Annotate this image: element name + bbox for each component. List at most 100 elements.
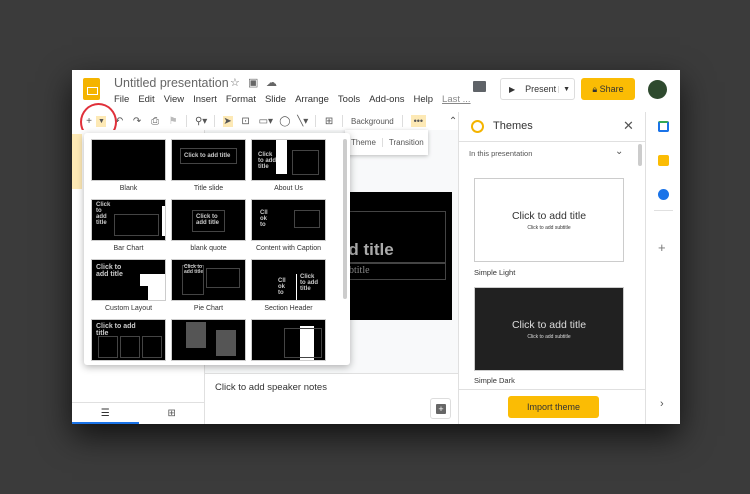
divider [401,115,403,127]
thumbnail-element [114,214,159,236]
explore-button[interactable]: + [430,398,451,419]
layout-option[interactable]: Click to add title blank quote [171,199,246,259]
layout-option[interactable]: Cll ok to Click to add title Section Heade… [251,259,326,319]
layout-label: Blank [119,185,138,192]
layout-option[interactable]: Cll ok to Content with Caption [251,199,326,259]
thumbnail-element [206,268,240,288]
theme-section-dropdown[interactable]: In this presentation [469,149,532,158]
layout-option[interactable]: Click to add title Title slide [171,139,246,199]
layout-label: blank quote [190,245,227,252]
star-icon[interactable]: ☆ [230,76,240,89]
present-button[interactable]: ▶ Present ▼ [500,78,575,100]
slides-logo-icon[interactable] [83,78,100,100]
slide-canvas[interactable]: dd title ubtitle [340,192,452,320]
theme-card-simple-light[interactable]: Click to add title Click to add subtitle [474,178,624,262]
layout-thumbnail[interactable]: Cll ok to [251,199,326,241]
menu-file[interactable]: File [114,94,129,105]
thumbnail-element [98,336,118,358]
speaker-notes[interactable]: Click to add speaker notes + [205,373,458,424]
menu-edit[interactable]: Edit [138,94,154,105]
layout-thumbnail[interactable]: Click to add title [91,199,166,241]
theme-card-subtitle: Click to add subtitle [527,225,571,231]
share-label: Share [599,84,624,94]
thumbnail-element [140,274,165,286]
scrollbar[interactable] [343,139,347,299]
menu-addons[interactable]: Add-ons [369,94,404,105]
theme-card-title: Click to add title [511,319,587,331]
menu-insert[interactable]: Insert [193,94,217,105]
comment-icon[interactable] [473,81,486,92]
calendar-icon[interactable] [658,121,669,132]
close-icon[interactable]: ✕ [623,118,634,134]
grid-view-icon[interactable]: ⊞ [139,403,206,424]
menu-arrange[interactable]: Arrange [295,94,329,105]
menu-tools[interactable]: Tools [338,94,360,105]
tasks-icon[interactable] [658,189,669,200]
slide-actions: Theme Transition [345,130,428,155]
keep-icon[interactable] [658,155,669,166]
layout-option[interactable]: Click to add title Custom Layout [91,259,166,319]
shape-icon[interactable]: ◯ [279,116,290,127]
background-button[interactable]: Background [351,117,394,126]
avatar[interactable] [648,80,667,99]
menu-format[interactable]: Format [226,94,256,105]
thumbnail-element: Click to add title [96,323,136,337]
last-edit-link[interactable]: Last ... [442,94,471,105]
paint-format-icon[interactable]: ⚑ [168,116,178,127]
layout-thumbnail[interactable]: Click to add title [91,319,166,361]
layout-thumbnail[interactable] [251,319,326,361]
thumbnail-element [148,286,165,300]
layout-option[interactable] [171,319,246,365]
thumbnail-element [296,274,297,300]
scrollbar[interactable] [638,144,642,166]
zoom-icon[interactable]: ⚲▾ [195,116,207,127]
collapse-toolbar-icon[interactable]: ⌃ [448,116,458,127]
add-addon-icon[interactable]: + [658,240,666,255]
layout-option[interactable]: Click to add title About Us [251,139,326,199]
layout-option[interactable]: Click to add title [91,319,166,365]
layout-thumbnail[interactable]: Click to add title [171,139,246,181]
layout-thumbnail[interactable] [91,139,166,181]
comment-add-icon[interactable]: ⊞ [324,116,334,127]
line-icon[interactable]: ╲▾ [297,116,308,127]
print-icon[interactable]: ⎙ [150,116,160,127]
redo-icon[interactable]: ↷ [132,116,142,127]
folder-icon[interactable]: ▣ [248,76,258,89]
thumbnail-element: Click to add title [184,264,204,275]
import-theme-button[interactable]: Import theme [508,396,599,418]
share-button[interactable]: 🔒︎ Share [581,78,635,100]
transition-button[interactable]: Transition [381,138,430,147]
layout-option[interactable]: Click to add title Bar Chart [91,199,166,259]
layout-option[interactable]: Click to add title Pie Chart [171,259,246,319]
more-button[interactable]: ••• [410,115,427,127]
thumbnail-element: Click to add title [96,264,123,278]
present-dropdown-icon[interactable]: ▼ [558,85,574,93]
thumbnail-element [142,336,162,358]
menu-help[interactable]: Help [413,94,433,105]
theme-card-simple-dark[interactable]: Click to add title Click to add subtitle [474,287,624,371]
textbox-icon[interactable]: ⊡ [241,116,251,127]
layout-thumbnail[interactable]: Click to add title [171,259,246,301]
present-icon: ▶ [509,84,516,94]
layout-thumbnail[interactable]: Cll ok to Click to add title [251,259,326,301]
theme-button[interactable]: Theme [345,138,382,147]
layout-thumbnail[interactable]: Click to add title [171,199,246,241]
image-icon[interactable]: ▭▾ [259,116,273,127]
layout-thumbnail[interactable] [171,319,246,361]
menu-view[interactable]: View [164,94,184,105]
layout-thumbnail[interactable]: Click to add title [91,259,166,301]
document-title[interactable]: Untitled presentation [114,76,229,90]
chevron-down-icon[interactable]: ⌄ [615,146,623,157]
selected-slide-marker[interactable] [72,134,82,189]
menu-slide[interactable]: Slide [265,94,286,105]
filmstrip-view-icon[interactable]: ☰ [72,403,139,424]
theme-card-title: Click to add title [511,210,587,222]
layout-option[interactable] [251,319,326,365]
chevron-right-icon[interactable]: › [660,398,664,410]
select-icon[interactable]: ➤ [222,115,233,127]
lock-icon: 🔒︎ [592,84,598,94]
layout-thumbnail[interactable]: Click to add title [251,139,326,181]
layout-menu: Blank Click to add title Title slide Click … [84,133,350,365]
palette-icon [471,120,484,133]
layout-option[interactable]: Blank [91,139,166,199]
